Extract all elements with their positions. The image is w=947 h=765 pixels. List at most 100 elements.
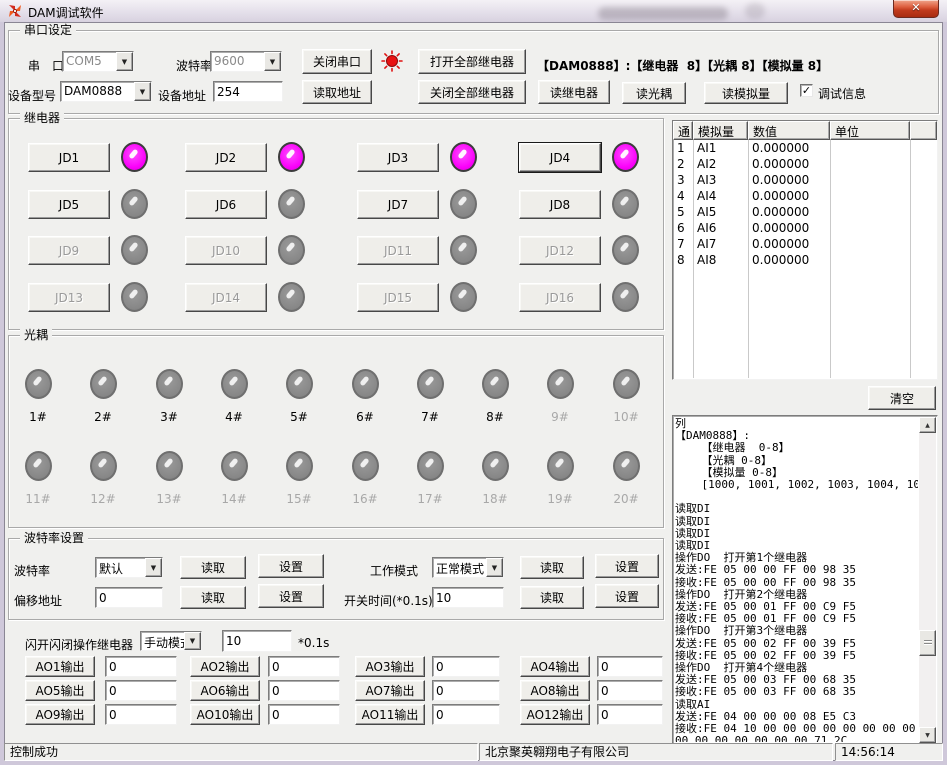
analog-table-header-cell[interactable]: 单位 bbox=[830, 121, 910, 140]
analog-table-header-cell[interactable]: 通 bbox=[673, 121, 693, 140]
ao-output-field-4[interactable] bbox=[598, 657, 662, 676]
relay-button-jd7[interactable]: JD7 bbox=[357, 190, 439, 219]
close-button[interactable]: ✕ bbox=[893, 0, 939, 18]
chevron-down-icon[interactable]: ▼ bbox=[134, 82, 151, 101]
baud-setting-combo[interactable]: 默认 ▼ bbox=[95, 557, 163, 578]
read-address-button[interactable]: 读取地址 bbox=[302, 80, 372, 104]
baud-set-button[interactable]: 设置 bbox=[258, 554, 324, 578]
switch-time-set-button[interactable]: 设置 bbox=[595, 584, 659, 608]
offset-address-field[interactable] bbox=[96, 588, 162, 607]
port-combo[interactable]: COM5 ▼ bbox=[62, 51, 134, 72]
ao-output-field-9[interactable] bbox=[106, 705, 176, 724]
ao-output-button-2[interactable]: AO2输出 bbox=[190, 656, 260, 677]
relay-button-jd10: JD10 bbox=[185, 236, 267, 265]
debug-info-checkbox[interactable]: ✓ bbox=[800, 84, 813, 97]
log-text[interactable]: 列 【DAM0888】: 【继电器 0-8】 【光耦 0-8】 【模拟量 0-8… bbox=[675, 418, 918, 742]
relay-button-jd2[interactable]: JD2 bbox=[185, 143, 267, 172]
ao-output-field-6[interactable] bbox=[269, 681, 339, 700]
log-panel[interactable]: 列 【DAM0888】: 【继电器 0-8】 【光耦 0-8】 【模拟量 0-8… bbox=[672, 415, 938, 745]
ao-output-field-12[interactable] bbox=[598, 705, 662, 724]
analog-table-cell bbox=[830, 172, 910, 188]
scrollbar-thumb[interactable] bbox=[919, 630, 936, 656]
analog-table-cell bbox=[830, 204, 910, 220]
ao-output-button-11[interactable]: AO11输出 bbox=[355, 704, 425, 725]
ao-output-field-wrap-9 bbox=[105, 704, 177, 725]
device-address-field[interactable] bbox=[214, 82, 282, 101]
read-analog-button[interactable]: 读模拟量 bbox=[704, 82, 788, 104]
read-opto-button[interactable]: 读光耦 bbox=[622, 82, 686, 104]
titlebar-glass-smudge bbox=[745, 3, 765, 19]
ao-output-button-5[interactable]: AO5输出 bbox=[25, 680, 95, 701]
relay-button-jd3[interactable]: JD3 bbox=[357, 143, 439, 172]
table-row[interactable]: 4AI40.000000 bbox=[673, 188, 937, 204]
relay-button-jd8[interactable]: JD8 bbox=[519, 190, 601, 219]
chevron-down-icon[interactable]: ▼ bbox=[145, 558, 162, 577]
analog-table-cell: 0.000000 bbox=[748, 236, 830, 252]
ao-output-field-11[interactable] bbox=[433, 705, 499, 724]
close-port-button[interactable]: 关闭串口 bbox=[302, 49, 372, 74]
ao-output-button-1[interactable]: AO1输出 bbox=[25, 656, 95, 677]
ao-output-field-8[interactable] bbox=[598, 681, 662, 700]
baud-read-button[interactable]: 读取 bbox=[180, 556, 246, 579]
close-all-relays-button[interactable]: 关闭全部继电器 bbox=[418, 80, 526, 104]
chevron-down-icon[interactable]: ▼ bbox=[116, 52, 133, 71]
flash-time-field[interactable] bbox=[223, 631, 291, 651]
chevron-down-icon[interactable]: ▼ bbox=[184, 632, 201, 650]
opto-indicator-8 bbox=[482, 369, 509, 399]
model-combo[interactable]: DAM0888 ▼ bbox=[60, 81, 152, 102]
table-row[interactable]: 1AI10.000000 bbox=[673, 140, 937, 156]
log-scrollbar[interactable]: ▲ ▼ bbox=[919, 417, 936, 743]
ao-output-button-6[interactable]: AO6输出 bbox=[190, 680, 260, 701]
ao-output-button-4[interactable]: AO4输出 bbox=[520, 656, 590, 677]
analog-table-cell: 8 bbox=[673, 252, 693, 268]
ao-output-field-1[interactable] bbox=[106, 657, 176, 676]
switch-time-field[interactable] bbox=[433, 588, 503, 607]
relay-button-jd6[interactable]: JD6 bbox=[185, 190, 267, 219]
status-message: 控制成功 bbox=[4, 743, 478, 761]
flash-mode-combo[interactable]: 手动模式 ▼ bbox=[140, 631, 202, 651]
table-row[interactable]: 5AI50.000000 bbox=[673, 204, 937, 220]
relay-button-jd4[interactable]: JD4 bbox=[519, 143, 601, 172]
chevron-down-icon[interactable]: ▼ bbox=[264, 52, 281, 71]
workmode-set-button[interactable]: 设置 bbox=[595, 554, 659, 578]
relay-button-jd5[interactable]: JD5 bbox=[28, 190, 110, 219]
relay-button-jd1[interactable]: JD1 bbox=[28, 143, 110, 172]
ao-output-button-3[interactable]: AO3输出 bbox=[355, 656, 425, 677]
analog-table-cell bbox=[830, 236, 910, 252]
ao-output-button-10[interactable]: AO10输出 bbox=[190, 704, 260, 725]
ao-output-field-2[interactable] bbox=[269, 657, 339, 676]
ao-output-field-10[interactable] bbox=[269, 705, 339, 724]
opto-label-15: 15# bbox=[277, 492, 321, 506]
table-row[interactable]: 2AI20.000000 bbox=[673, 156, 937, 172]
analog-table-header-cell[interactable]: 数值 bbox=[748, 121, 830, 140]
baudrate-combo[interactable]: 9600 ▼ bbox=[210, 51, 282, 72]
ao-output-button-8[interactable]: AO8输出 bbox=[520, 680, 590, 701]
clear-log-button[interactable]: 清空 bbox=[868, 386, 936, 410]
port-combo-value: COM5 bbox=[63, 52, 116, 71]
analog-table-header-cell[interactable] bbox=[910, 121, 937, 140]
workmode-read-button[interactable]: 读取 bbox=[520, 556, 584, 579]
ao-output-button-12[interactable]: AO12输出 bbox=[520, 704, 590, 725]
scroll-down-icon[interactable]: ▼ bbox=[919, 727, 936, 743]
ao-output-field-7[interactable] bbox=[433, 681, 499, 700]
table-row[interactable]: 3AI30.000000 bbox=[673, 172, 937, 188]
offset-read-button[interactable]: 读取 bbox=[180, 586, 246, 609]
read-relays-button[interactable]: 读继电器 bbox=[538, 80, 610, 104]
workmode-combo[interactable]: 正常模式 ▼ bbox=[432, 557, 504, 578]
ao-output-field-3[interactable] bbox=[433, 657, 499, 676]
opto-indicator-20 bbox=[613, 451, 640, 481]
table-row[interactable]: 7AI70.000000 bbox=[673, 236, 937, 252]
opto-label-5: 5# bbox=[277, 410, 321, 424]
open-all-relays-button[interactable]: 打开全部继电器 bbox=[418, 49, 526, 74]
ao-output-button-9[interactable]: AO9输出 bbox=[25, 704, 95, 725]
ao-output-button-7[interactable]: AO7输出 bbox=[355, 680, 425, 701]
table-row[interactable]: 8AI80.000000 bbox=[673, 252, 937, 268]
switch-time-read-button[interactable]: 读取 bbox=[520, 586, 584, 609]
offset-set-button[interactable]: 设置 bbox=[258, 584, 324, 608]
scroll-up-icon[interactable]: ▲ bbox=[919, 417, 936, 433]
analog-table-header-cell[interactable]: 模拟量 bbox=[693, 121, 748, 140]
table-row[interactable]: 6AI60.000000 bbox=[673, 220, 937, 236]
ao-output-field-wrap-7 bbox=[432, 680, 500, 701]
ao-output-field-5[interactable] bbox=[106, 681, 176, 700]
chevron-down-icon[interactable]: ▼ bbox=[486, 558, 503, 577]
